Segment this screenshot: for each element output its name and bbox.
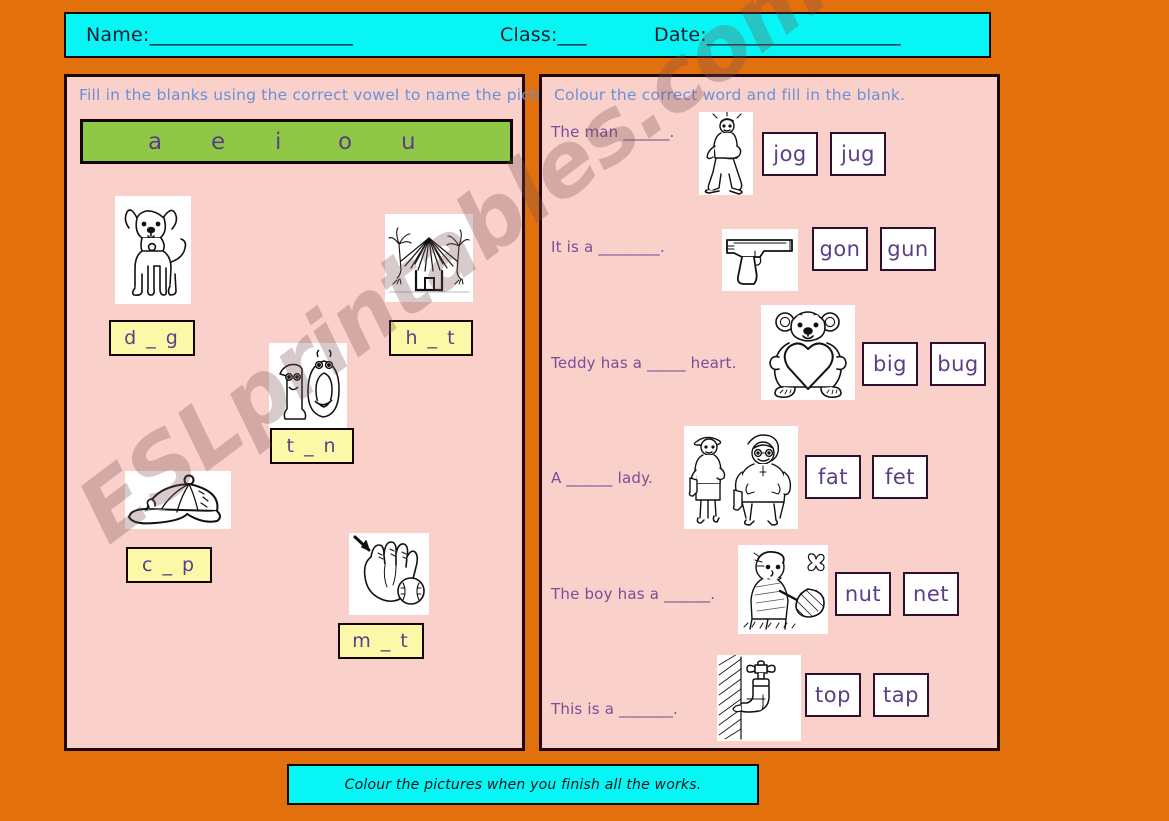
choice-fat[interactable]: fat [805,455,861,499]
teddy-picture [761,305,855,400]
choice-net[interactable]: net [903,572,959,616]
date-field-label[interactable]: Date:____________________ [654,24,901,46]
answer-box-cap[interactable]: c _ p [126,547,212,583]
ladies-picture [684,426,798,529]
student-info-band: Name:_____________________ Class:___ Dat… [64,12,991,58]
net-picture [738,545,828,634]
vowel-o: o [338,129,353,155]
exercise-1-instruction: Fill in the blanks using the correct vow… [79,86,568,104]
choice-jug[interactable]: jug [830,132,886,176]
mitt-picture [349,533,429,615]
hut-picture [385,214,473,302]
choice-big[interactable]: big [862,342,918,386]
answer-box-dog[interactable]: d _ g [109,320,195,356]
answer-box-hut[interactable]: h _ t [389,320,473,356]
exercise-2-panel: Colour the correct word and fill in the … [539,74,1000,751]
sentence-row-4: A ______ lady. [551,469,653,487]
choice-bug[interactable]: bug [930,342,986,386]
vowel-e: e [211,129,226,155]
vowel-a: a [148,129,163,155]
dog-picture [115,196,191,304]
choice-gon[interactable]: gon [812,227,868,271]
sentence-row-6: This is a _______. [551,700,678,718]
footer-note-text: Colour the pictures when you finish all … [344,776,702,793]
jogger-picture [699,112,753,195]
choice-top[interactable]: top [805,673,861,717]
sentence-row-5: The boy has a ______. [551,585,716,603]
exercise-1-panel: Fill in the blanks using the correct vow… [64,74,567,751]
sentence-row-1: The man ______. [551,123,675,141]
ten-picture [269,343,347,429]
cap-picture [125,471,231,529]
tap-picture [717,655,801,741]
class-field-label[interactable]: Class:___ [500,24,587,46]
sentence-row-2: It is a ________. [551,238,665,256]
answer-box-ten[interactable]: t _ n [270,428,354,464]
vowel-i: i [275,129,282,155]
vowel-reference-bar: a e i o u [80,119,513,164]
exercise-2-instruction: Colour the correct word and fill in the … [554,86,906,104]
gun-picture [722,229,798,291]
choice-tap[interactable]: tap [873,673,929,717]
vowel-u: u [401,129,416,155]
footer-note-band: Colour the pictures when you finish all … [287,764,759,805]
choice-gun[interactable]: gun [880,227,936,271]
choice-nut[interactable]: nut [835,572,891,616]
choice-fet[interactable]: fet [872,455,928,499]
answer-box-mitt[interactable]: m _ t [338,623,424,659]
sentence-row-3: Teddy has a _____ heart. [551,354,737,372]
name-field-label[interactable]: Name:_____________________ [86,24,353,46]
choice-jog[interactable]: jog [762,132,818,176]
